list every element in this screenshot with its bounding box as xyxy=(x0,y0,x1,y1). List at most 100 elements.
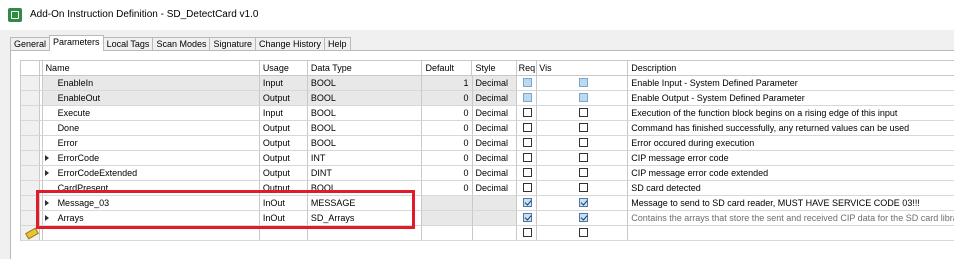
parameter-usage[interactable]: Input xyxy=(259,106,308,121)
row-selector[interactable] xyxy=(21,211,40,226)
tab-scan-modes[interactable]: Scan Modes xyxy=(152,37,211,51)
vis-checkbox[interactable] xyxy=(579,183,589,192)
row-selector[interactable] xyxy=(21,196,40,211)
parameter-name-cell[interactable]: CardPresent xyxy=(42,181,260,196)
parameter-usage[interactable]: InOut xyxy=(259,196,308,211)
req-checkbox[interactable] xyxy=(522,153,532,162)
tab-local-tags[interactable]: Local Tags xyxy=(102,37,154,51)
parameter-row[interactable]: EnableIn Input BOOL 1 Decimal Enable Input - … xyxy=(21,76,954,91)
column-header-style[interactable]: Style xyxy=(472,61,517,76)
parameter-data-type[interactable] xyxy=(307,226,423,241)
row-selector[interactable] xyxy=(21,76,40,91)
column-header-usage[interactable]: Usage xyxy=(259,61,308,76)
parameter-usage[interactable]: Input xyxy=(259,76,308,91)
parameter-default[interactable]: 0 xyxy=(422,136,473,151)
parameter-row[interactable]: CardPresent Output BOOL 0 Decimal SD card det… xyxy=(21,181,954,196)
parameter-usage[interactable]: Output xyxy=(259,91,308,106)
parameter-data-type[interactable]: BOOL xyxy=(307,121,423,136)
vis-checkbox[interactable] xyxy=(579,198,589,207)
parameter-row[interactable]: Arrays InOut SD_Arrays Contains the arrays … xyxy=(21,211,954,226)
parameter-data-type[interactable]: BOOL xyxy=(307,76,423,91)
vis-checkbox[interactable] xyxy=(579,213,589,222)
parameter-description[interactable]: Message to send to SD card reader, MUST … xyxy=(628,196,954,211)
parameter-style[interactable]: Decimal xyxy=(472,121,517,136)
req-checkbox[interactable] xyxy=(522,213,532,222)
parameter-style[interactable] xyxy=(472,211,517,226)
parameter-style[interactable]: Decimal xyxy=(472,106,517,121)
parameter-usage[interactable]: Output xyxy=(259,181,308,196)
parameter-description[interactable]: Enable Output - System Defined Parameter xyxy=(628,91,954,106)
expand-arrow-icon[interactable] xyxy=(44,200,49,206)
parameter-description[interactable]: Enable Input - System Defined Parameter xyxy=(628,76,954,91)
parameter-row[interactable]: ErrorCodeExtended Output DINT 0 Decimal CIP m… xyxy=(21,166,954,181)
parameter-name-cell[interactable]: EnableIn xyxy=(42,76,260,91)
parameter-name-cell[interactable]: Done xyxy=(42,121,260,136)
column-header-description[interactable]: Description xyxy=(628,61,954,76)
column-header-data-type[interactable]: Data Type xyxy=(307,61,423,76)
parameter-data-type[interactable]: INT xyxy=(307,151,423,166)
req-checkbox[interactable] xyxy=(522,168,532,177)
parameter-data-type[interactable]: BOOL xyxy=(307,106,423,121)
parameter-default[interactable]: 0 xyxy=(422,121,473,136)
parameter-default[interactable]: 0 xyxy=(422,151,473,166)
parameter-name-cell[interactable]: Error xyxy=(42,136,260,151)
vis-checkbox[interactable] xyxy=(579,228,589,237)
vis-checkbox[interactable] xyxy=(579,138,589,147)
parameter-description[interactable]: SD card detected xyxy=(628,181,954,196)
parameter-style[interactable]: Decimal xyxy=(472,136,517,151)
vis-checkbox[interactable] xyxy=(579,153,589,162)
parameter-style[interactable]: Decimal xyxy=(472,181,517,196)
parameter-row[interactable]: Error Output BOOL 0 Decimal Error occured dur… xyxy=(21,136,954,151)
parameter-name-cell[interactable]: ErrorCode xyxy=(42,151,260,166)
parameter-data-type[interactable]: SD_Arrays xyxy=(307,211,423,226)
parameter-row[interactable]: Done Output BOOL 0 Decimal Command has finish… xyxy=(21,121,954,136)
parameter-name-cell[interactable]: ErrorCodeExtended xyxy=(42,166,260,181)
tab-change-history[interactable]: Change History xyxy=(255,37,326,51)
parameter-name-cell[interactable] xyxy=(42,226,260,241)
parameter-usage[interactable]: Output xyxy=(259,151,308,166)
new-parameter-row[interactable] xyxy=(21,226,954,241)
column-header-name[interactable]: Name xyxy=(42,61,260,76)
row-selector[interactable] xyxy=(21,91,40,106)
vis-checkbox[interactable] xyxy=(579,123,589,132)
parameter-default[interactable]: 1 xyxy=(422,76,473,91)
parameter-style[interactable] xyxy=(472,196,517,211)
parameter-name-cell[interactable]: EnableOut xyxy=(42,91,260,106)
parameter-default[interactable]: 0 xyxy=(422,106,473,121)
row-selector[interactable] xyxy=(21,166,40,181)
parameter-name-cell[interactable]: Message_03 xyxy=(42,196,260,211)
parameter-usage[interactable]: Output xyxy=(259,121,308,136)
parameter-default[interactable]: 0 xyxy=(422,91,473,106)
parameter-style[interactable]: Decimal xyxy=(472,151,517,166)
expand-arrow-icon[interactable] xyxy=(44,215,49,221)
parameter-description[interactable]: Command has finished successfully, any r… xyxy=(628,121,954,136)
parameter-default[interactable]: 0 xyxy=(422,181,473,196)
tab-general[interactable]: General xyxy=(10,37,51,51)
vis-checkbox[interactable] xyxy=(579,168,589,177)
expand-arrow-icon[interactable] xyxy=(44,155,49,161)
parameter-style[interactable]: Decimal xyxy=(472,91,517,106)
parameter-default[interactable] xyxy=(422,196,473,211)
expand-arrow-icon[interactable] xyxy=(44,170,49,176)
parameter-row[interactable]: ErrorCode Output INT 0 Decimal CIP message er… xyxy=(21,151,954,166)
parameter-description[interactable]: CIP message error code extended xyxy=(628,166,954,181)
req-checkbox[interactable] xyxy=(522,198,532,207)
column-header-default[interactable]: Default xyxy=(422,61,473,76)
tab-parameters[interactable]: Parameters xyxy=(49,35,104,51)
parameter-default[interactable] xyxy=(422,226,473,241)
parameter-default[interactable] xyxy=(422,211,473,226)
parameter-usage[interactable] xyxy=(259,226,308,241)
parameter-data-type[interactable]: BOOL xyxy=(307,181,423,196)
parameter-description[interactable] xyxy=(628,226,954,241)
parameter-data-type[interactable]: BOOL xyxy=(307,136,423,151)
parameter-usage[interactable]: Output xyxy=(259,166,308,181)
row-selector[interactable] xyxy=(21,136,40,151)
row-selector[interactable] xyxy=(21,121,40,136)
parameter-row[interactable]: EnableOut Output BOOL 0 Decimal Enable Output… xyxy=(21,91,954,106)
parameter-description[interactable]: Execution of the function block begins o… xyxy=(628,106,954,121)
req-checkbox[interactable] xyxy=(522,183,532,192)
parameter-row[interactable]: Message_03 InOut MESSAGE Message to send to… xyxy=(21,196,954,211)
parameter-usage[interactable]: Output xyxy=(259,136,308,151)
vis-checkbox[interactable] xyxy=(579,108,589,117)
parameter-style[interactable]: Decimal xyxy=(472,166,517,181)
